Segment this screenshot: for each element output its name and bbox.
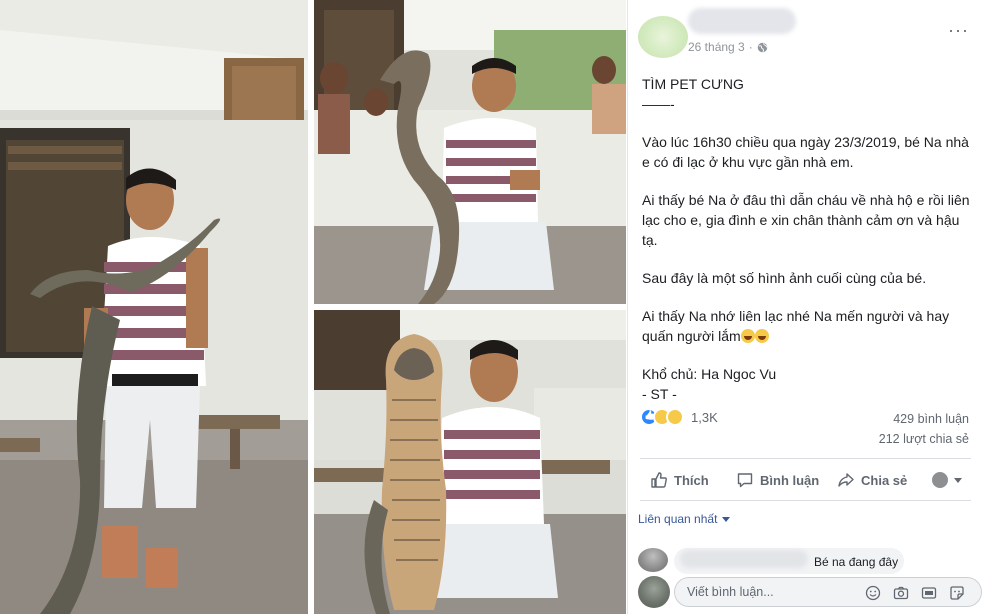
post-actions: Thích Bình luận Chia sẻ (628, 462, 982, 500)
photo-man-holding-king-cobra-standing[interactable] (0, 0, 308, 614)
like-label: Thích (674, 472, 709, 488)
user-mini-avatar (932, 472, 948, 488)
photo-grid (0, 0, 627, 614)
chevron-down-icon (954, 477, 962, 483)
post-paragraph-2: Ai thấy bé Na ở đâu thì dẫn cháu về nhà … (642, 192, 970, 248)
comments-count[interactable]: 429 bình luận (893, 412, 969, 426)
commenter-avatar[interactable] (638, 548, 668, 572)
post-time[interactable]: 26 tháng 3 (688, 40, 745, 54)
comment-input-box (674, 577, 982, 607)
comment-label: Bình luận (760, 472, 820, 488)
poster-avatar[interactable] (638, 16, 688, 58)
divider (640, 458, 971, 459)
comment-icon (737, 473, 753, 488)
share-button[interactable]: Chia sẻ (837, 471, 907, 489)
divider (640, 500, 971, 501)
commenter-name-blurred[interactable] (680, 550, 808, 568)
post-source: - ST - (642, 386, 677, 402)
comment-composer (638, 576, 982, 610)
emoji-icon[interactable] (865, 585, 881, 601)
photo-man-squatting-with-cobra[interactable] (314, 0, 626, 304)
camera-icon[interactable] (893, 585, 909, 601)
laughing-emoji-icon (754, 329, 769, 343)
shares-count[interactable]: 212 lượt chia sẻ (879, 432, 969, 446)
facebook-photo-viewer: 26 tháng 3 · ··· TÌM PET CƯNG ——- Vào lú… (0, 0, 982, 614)
post-separator: ——- (642, 96, 675, 112)
post-stats: 1,3K 429 bình luận 212 lượt chia sẻ (628, 404, 982, 454)
comment-input[interactable] (687, 583, 857, 601)
post-meta: 26 tháng 3 · (688, 40, 768, 54)
comment-text: Bé na đang đây (814, 555, 899, 569)
like-button[interactable]: Thích (650, 471, 709, 489)
comment-sort-label: Liên quan nhất (638, 512, 718, 526)
post-paragraph-3: Sau đây là một số hình ảnh cuối cùng của… (642, 270, 927, 286)
more-options-button[interactable]: ··· (948, 20, 969, 41)
photo-man-with-cobra-raised-hood[interactable] (314, 310, 626, 614)
gif-icon[interactable] (921, 585, 937, 601)
post-title: TÌM PET CƯNG (642, 76, 744, 92)
post-as-selector[interactable] (932, 472, 962, 488)
globe-icon (757, 42, 768, 52)
laughing-emoji-icon (740, 329, 755, 343)
meta-dot: · (748, 40, 753, 54)
post-paragraph-4: Ai thấy Na nhớ liên lạc nhé Na mến người… (642, 308, 950, 344)
wow-reaction-icon (666, 408, 684, 426)
comment-sort-dropdown[interactable]: Liên quan nhất (638, 512, 731, 526)
comment-button[interactable]: Bình luận (736, 471, 819, 489)
comment-item: Bé na đang đây (638, 546, 973, 574)
like-icon (651, 472, 667, 488)
share-label: Chia sẻ (861, 472, 908, 488)
post-paragraph-4-wrap: Ai thấy Na nhớ liên lạc nhé Na mến người… (642, 306, 976, 346)
sticker-icon[interactable] (949, 585, 965, 601)
post-paragraph-1: Vào lúc 16h30 chiều qua ngày 23/3/2019, … (642, 134, 969, 170)
chevron-down-icon (722, 516, 731, 522)
share-icon (838, 473, 854, 487)
reaction-count: 1,3K (691, 409, 718, 425)
reactions-summary[interactable]: 1,3K (640, 408, 718, 426)
current-user-avatar (638, 576, 670, 608)
post-owner: Khổ chủ: Ha Ngoc Vu (642, 366, 777, 382)
post-body: TÌM PET CƯNG ——- Vào lúc 16h30 chiều qua… (642, 74, 976, 404)
post-detail-panel: 26 tháng 3 · ··· TÌM PET CƯNG ——- Vào lú… (627, 0, 982, 614)
poster-name-blurred[interactable] (688, 8, 796, 34)
post-header: 26 tháng 3 · ··· (628, 0, 982, 60)
